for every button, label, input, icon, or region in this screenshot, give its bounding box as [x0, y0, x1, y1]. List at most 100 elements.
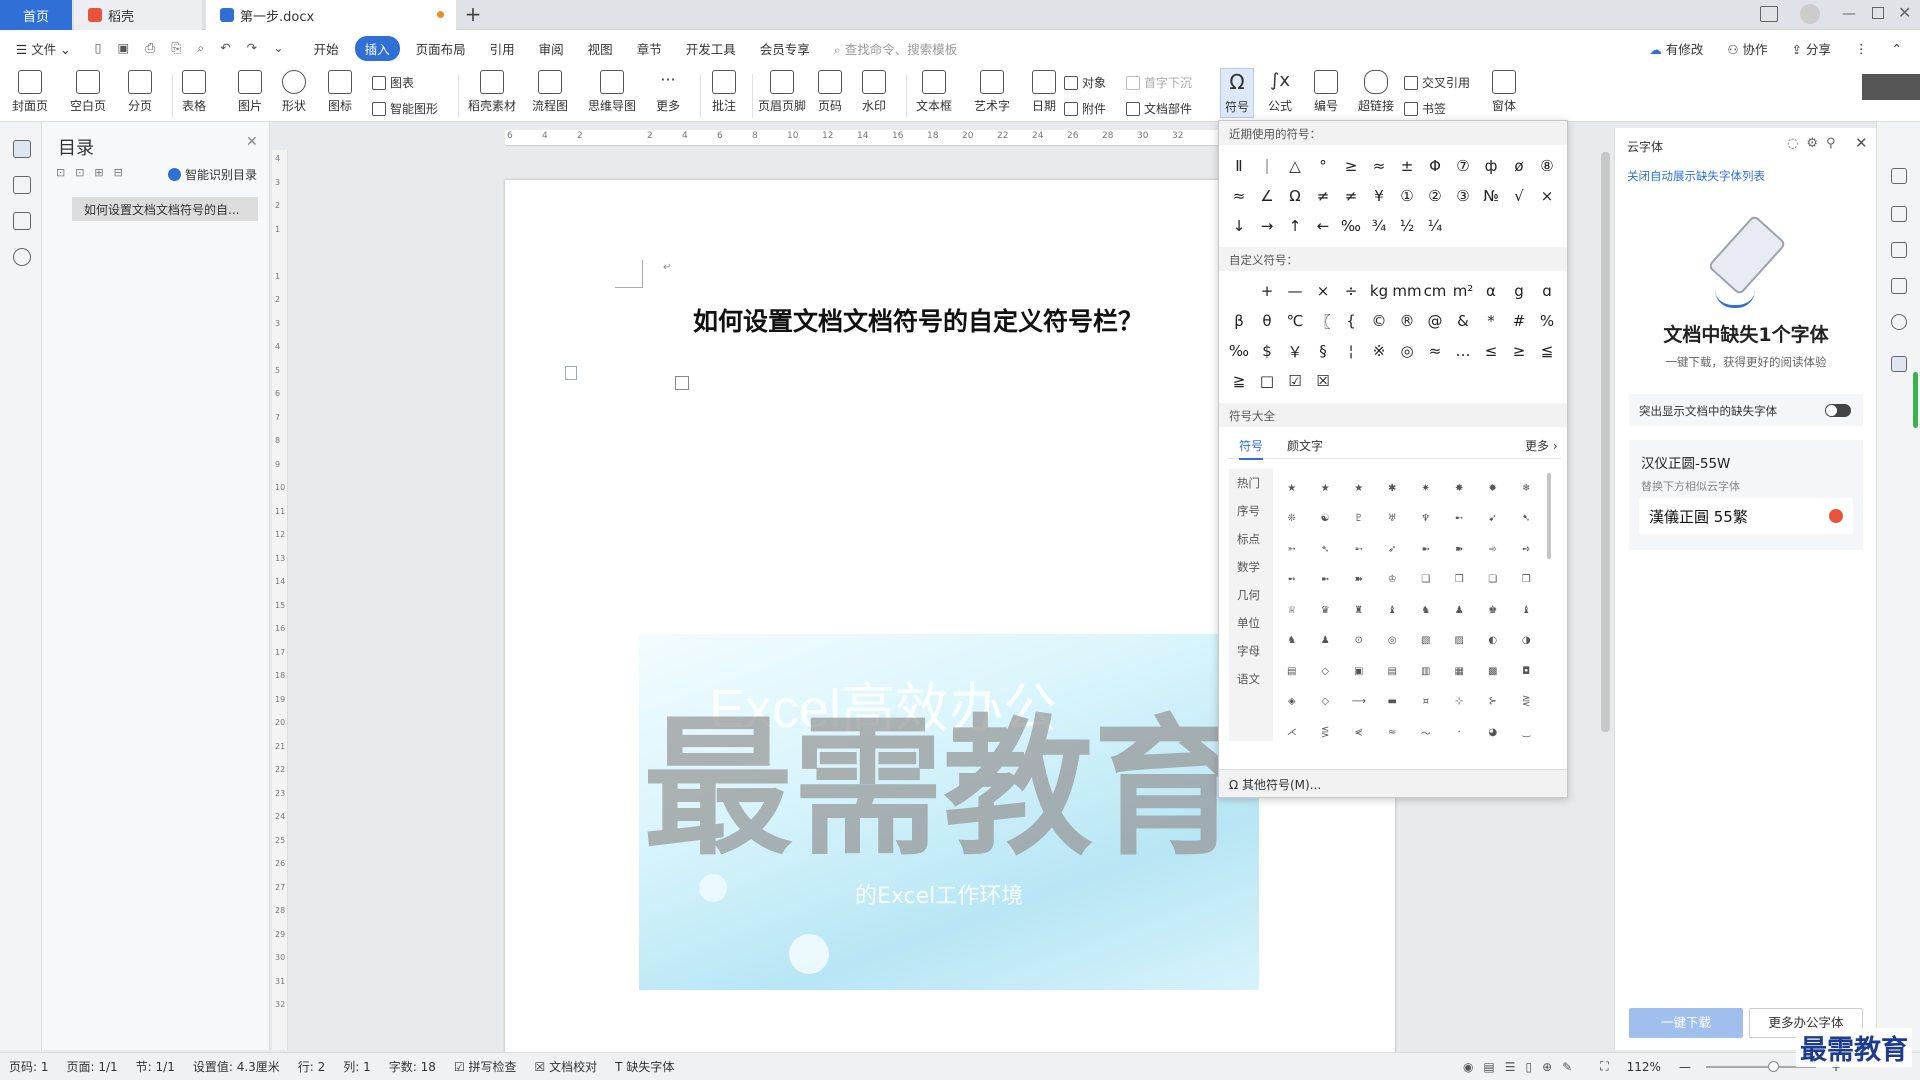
recent-symbol[interactable]: ⑦ [1449, 151, 1477, 181]
recent-symbol[interactable]: ↓ [1225, 211, 1253, 241]
library-symbol[interactable]: ⊱ [1476, 687, 1510, 718]
icon-button[interactable]: 图标 [328, 70, 352, 114]
file-menu[interactable]: ☰ 文件 ⌄ [0, 39, 83, 58]
custom-symbol[interactable]: % [1533, 306, 1561, 336]
menu-layout[interactable]: 页面布局 [404, 39, 478, 58]
library-symbol[interactable]: ♇ [1342, 504, 1376, 535]
library-symbol[interactable]: ▥ [1409, 656, 1443, 687]
recent-symbol[interactable]: ø [1505, 151, 1533, 181]
menu-review[interactable]: 审阅 [527, 39, 576, 58]
menu-start[interactable]: 开始 [302, 39, 351, 58]
shape-button[interactable]: 形状 [282, 70, 306, 114]
library-symbol[interactable]: ➶ [1376, 534, 1410, 565]
library-symbol[interactable]: ✱ [1376, 473, 1410, 504]
library-symbol[interactable]: ⟶ [1342, 687, 1376, 718]
select-icon[interactable] [1891, 242, 1907, 258]
picture-button[interactable]: 图片 [238, 70, 262, 114]
smart-toc-button[interactable]: 智能识别目录 [168, 166, 257, 183]
custom-symbol[interactable]: * [1477, 306, 1505, 336]
close-toc-button[interactable]: ✕ [246, 134, 258, 150]
new-tab-button[interactable]: + [462, 3, 484, 25]
status-row[interactable]: 行: 2 [289, 1058, 335, 1075]
menu-view[interactable]: 视图 [576, 39, 625, 58]
table-button[interactable]: 表格 [182, 70, 206, 114]
recent-symbol[interactable]: ¥ [1365, 181, 1393, 211]
library-symbol[interactable]: ▣ [1342, 656, 1376, 687]
cross-reference-button[interactable]: 交叉引用 [1404, 74, 1470, 91]
symbol-category[interactable]: 几何 [1229, 581, 1273, 609]
library-symbol[interactable]: ♆ [1409, 504, 1443, 535]
close-window-button[interactable]: ✕ [1898, 3, 1911, 22]
custom-symbol[interactable]: ※ [1365, 336, 1393, 366]
symbol-category[interactable]: 单位 [1229, 609, 1273, 637]
library-symbol[interactable]: ⋛ [1510, 687, 1544, 718]
library-symbol[interactable]: ✷ [1409, 473, 1443, 504]
library-symbol[interactable]: ▧ [1409, 626, 1443, 657]
custom-symbol[interactable] [1225, 276, 1253, 306]
custom-symbol[interactable]: ≈ [1421, 336, 1449, 366]
library-symbol[interactable]: ▨ [1443, 626, 1477, 657]
custom-symbol[interactable]: ☑ [1281, 366, 1309, 396]
recent-symbol[interactable]: № [1477, 181, 1505, 211]
attachment-button[interactable]: 附件 [1064, 100, 1106, 117]
custom-symbol[interactable]: kg [1365, 276, 1393, 306]
custom-symbol[interactable]: ≧ [1225, 366, 1253, 396]
custom-symbol[interactable]: # [1505, 306, 1533, 336]
recent-symbol[interactable]: ← [1309, 211, 1337, 241]
recent-symbol[interactable]: ¼ [1421, 211, 1449, 241]
recent-symbol[interactable]: ≠ [1309, 181, 1337, 211]
tab-document[interactable]: 第一步.docx [206, 0, 456, 30]
menu-reference[interactable]: 引用 [478, 39, 527, 58]
custom-symbol[interactable]: mm [1392, 276, 1421, 306]
paste-options-icon[interactable] [565, 366, 577, 380]
status-page[interactable]: 页码: 1 [0, 1058, 58, 1075]
tab-kaomoji[interactable]: 颜文字 [1287, 437, 1323, 454]
status-word-count[interactable]: 字数: 18 [380, 1058, 445, 1075]
menu-insert[interactable]: 插入 [354, 35, 400, 61]
library-symbol[interactable]: ❊ [1275, 504, 1309, 535]
library-symbol[interactable]: ♅ [1376, 504, 1410, 535]
library-symbol[interactable]: ❐ [1510, 565, 1544, 596]
library-symbol[interactable]: ◘ [1510, 656, 1544, 687]
custom-symbol[interactable]: $ [1253, 336, 1281, 366]
library-symbol[interactable]: ⊹ [1443, 687, 1477, 718]
symbol-grid-scrollbar[interactable] [1547, 473, 1551, 559]
library-symbol[interactable]: ➸ [1443, 504, 1477, 535]
zoom-level[interactable]: 112% [1618, 1060, 1670, 1074]
pen-icon[interactable] [1891, 206, 1907, 222]
library-symbol[interactable]: ⊙ [1342, 626, 1376, 657]
page-break-button[interactable]: 分页 [128, 70, 152, 114]
library-symbol[interactable]: ‿ [1510, 717, 1544, 748]
library-symbol[interactable]: ⋌ [1275, 717, 1309, 748]
library-symbol[interactable]: ➹ [1476, 504, 1510, 535]
library-symbol[interactable]: ▦ [1443, 656, 1477, 687]
search-nav-icon[interactable] [13, 248, 31, 266]
library-symbol[interactable]: ♜ [1342, 595, 1376, 626]
panel-header-icons[interactable]: ◌⚙⚲ [1787, 136, 1844, 151]
recent-symbol[interactable]: ③ [1449, 181, 1477, 211]
more-button[interactable]: ··· 更多 [656, 70, 680, 114]
hyperlink-button[interactable]: 超链接 [1358, 70, 1394, 114]
bookmark-nav-icon[interactable] [13, 212, 31, 230]
library-symbol[interactable]: ➽ [1342, 565, 1376, 596]
mindmap-button[interactable]: 思维导图 [588, 70, 636, 114]
fit-page-icon[interactable]: ⛶ [1591, 1059, 1617, 1074]
panel-title[interactable]: 云字体 [1627, 138, 1663, 155]
recent-symbol[interactable]: ⑧ [1533, 151, 1561, 181]
similar-font-item[interactable]: 漢儀正圓 55繁 [1639, 498, 1853, 534]
document-proofread-button[interactable]: ☒ 文档校对 [526, 1058, 607, 1075]
menu-member[interactable]: 会员专享 [748, 39, 822, 58]
library-symbol[interactable]: ➽ [1443, 534, 1477, 565]
custom-symbol[interactable]: ¦ [1337, 336, 1365, 366]
recent-symbol[interactable]: → [1253, 211, 1281, 241]
library-symbol[interactable]: ▤ [1275, 656, 1309, 687]
library-symbol[interactable]: ➼ [1409, 534, 1443, 565]
collaborate-button[interactable]: ⚇ 协作 [1715, 39, 1779, 58]
recent-symbol[interactable]: ① [1393, 181, 1421, 211]
toc-item[interactable]: 如何设置文档文档符号的自... [72, 197, 258, 221]
custom-symbol[interactable]: ≦ [1533, 336, 1561, 366]
recent-symbol[interactable]: √ [1505, 181, 1533, 211]
window-layout-icon[interactable] [1760, 6, 1778, 22]
cover-page-button[interactable]: 封面页 [12, 70, 48, 114]
library-symbol[interactable]: ▩ [1476, 656, 1510, 687]
